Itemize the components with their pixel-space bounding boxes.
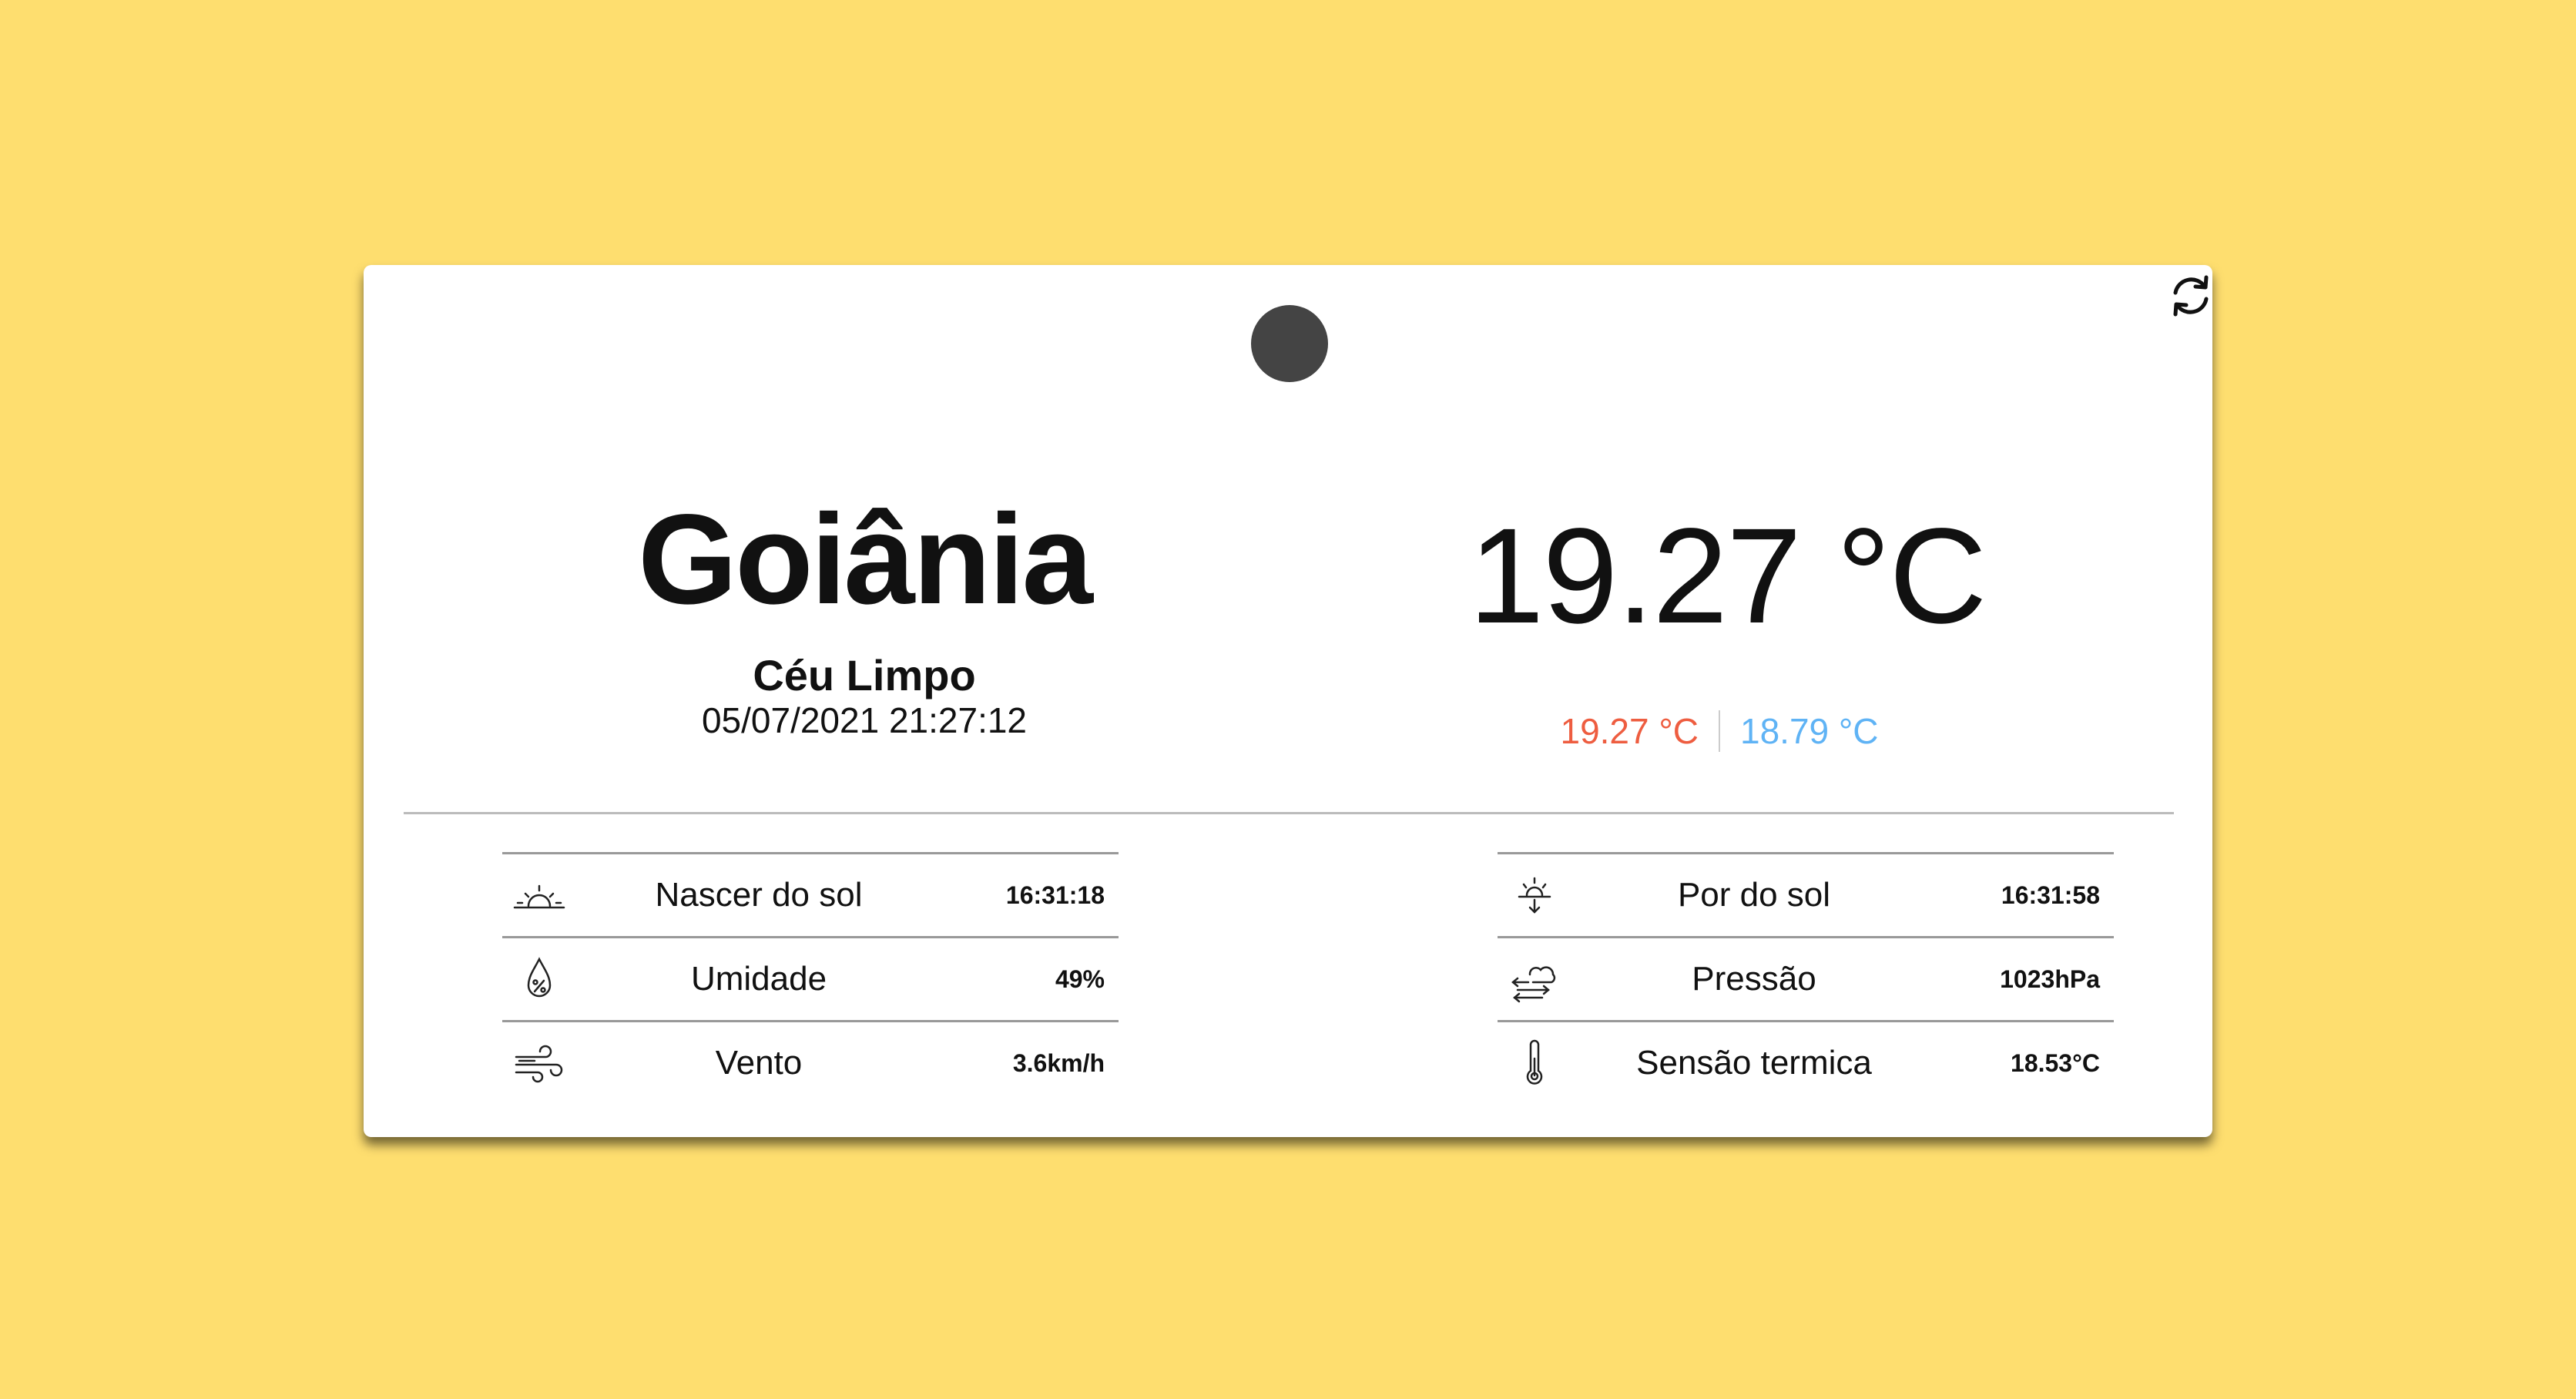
min-temperature: 18.79 °C bbox=[1740, 711, 1879, 751]
refresh-icon[interactable] bbox=[2165, 270, 2217, 322]
thermometer-icon bbox=[1507, 1035, 1562, 1091]
weather-status-dot bbox=[1251, 305, 1328, 382]
stat-row-sunset: Por do sol 16:31:58 bbox=[1498, 852, 2114, 936]
stat-label: Umidade bbox=[690, 960, 827, 998]
sunset-icon bbox=[1507, 867, 1562, 923]
stat-label: Nascer do sol bbox=[655, 876, 863, 914]
pressure-icon bbox=[1507, 951, 1562, 1007]
current-temperature: 19.27 °C bbox=[1468, 501, 1987, 652]
stat-label: Vento bbox=[715, 1044, 803, 1082]
divider bbox=[404, 812, 2174, 814]
wind-icon bbox=[512, 1035, 567, 1091]
stat-value: 49% bbox=[1055, 965, 1105, 993]
date-time: 05/07/2021 21:27:12 bbox=[701, 700, 1028, 740]
stat-label: Por do sol bbox=[1677, 876, 1831, 914]
stat-value: 18.53°C bbox=[2011, 1048, 2100, 1077]
stats-right: Por do sol 16:31:58 Pressão 1023hPa Sens… bbox=[1498, 852, 2114, 1104]
stat-label: Pressão bbox=[1692, 960, 1816, 998]
stat-label: Sensão termica bbox=[1636, 1044, 1872, 1082]
stat-row-feels-like: Sensão termica 18.53°C bbox=[1498, 1020, 2114, 1104]
temp-range: 19.27 °C 18.79 °C bbox=[1519, 710, 1920, 752]
stat-row-humidity: Umidade 49% bbox=[502, 936, 1119, 1020]
stat-row-wind: Vento 3.6km/h bbox=[502, 1020, 1119, 1104]
humidity-icon bbox=[512, 951, 567, 1007]
stat-value: 1023hPa bbox=[2000, 965, 2100, 993]
stats-left: Nascer do sol 16:31:18 Umidade 49% Vento… bbox=[502, 852, 1119, 1104]
stat-row-sunrise: Nascer do sol 16:31:18 bbox=[502, 852, 1119, 936]
sunrise-icon bbox=[512, 867, 567, 923]
stat-value: 16:31:58 bbox=[2001, 881, 2100, 909]
stat-value: 3.6km/h bbox=[1012, 1048, 1105, 1077]
city-name: Goiânia bbox=[638, 488, 1093, 631]
weather-card: Goiânia Céu Limpo 05/07/2021 21:27:12 19… bbox=[364, 265, 2212, 1137]
weather-description: Céu Limpo bbox=[753, 651, 976, 700]
stat-row-pressure: Pressão 1023hPa bbox=[1498, 936, 2114, 1020]
stat-value: 16:31:18 bbox=[1005, 881, 1105, 909]
max-temperature: 19.27 °C bbox=[1560, 711, 1699, 751]
